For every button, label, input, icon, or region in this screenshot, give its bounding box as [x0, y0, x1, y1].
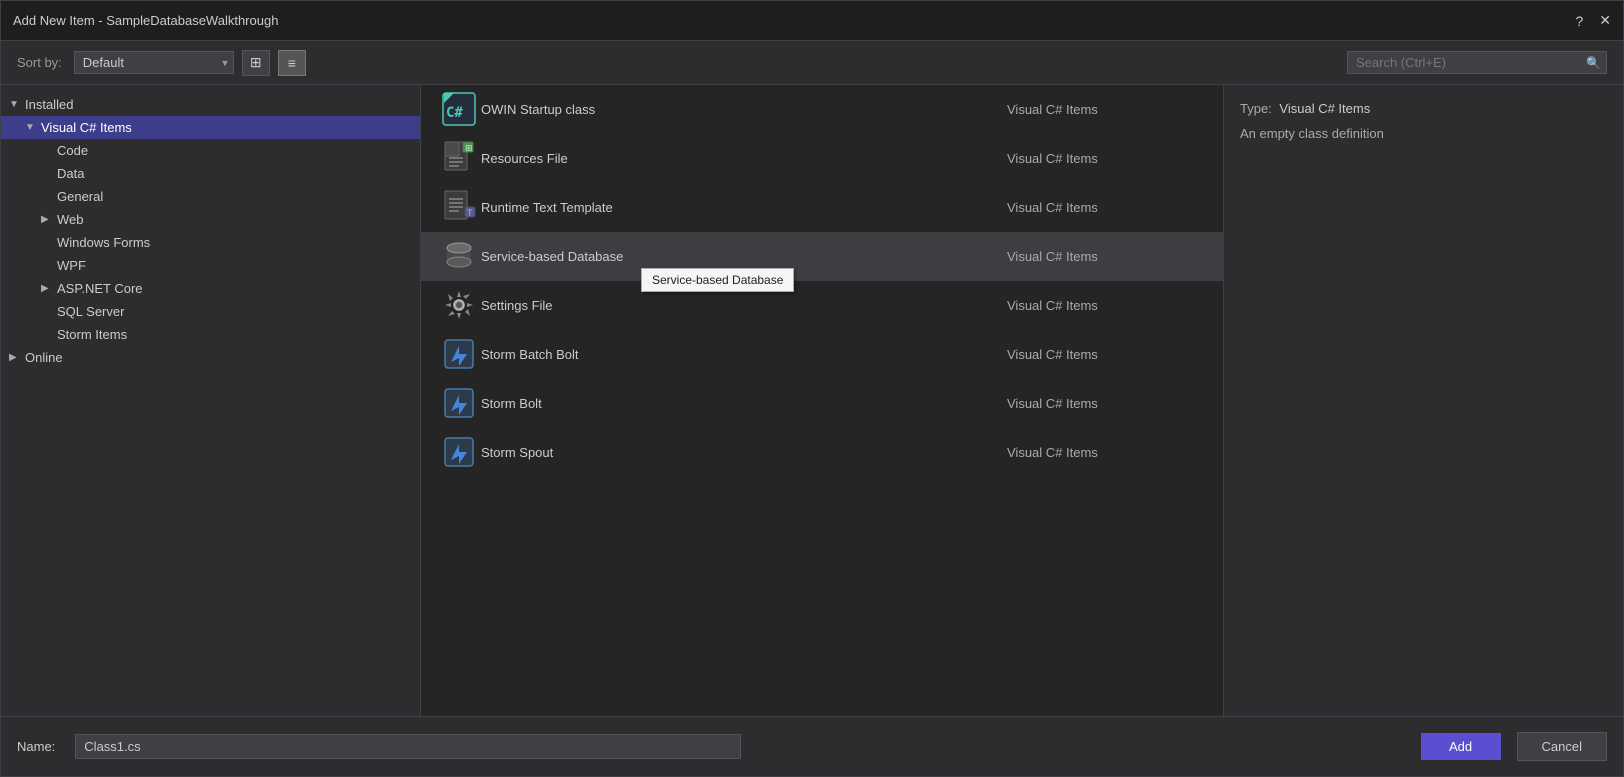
search-input[interactable]: [1347, 51, 1607, 74]
tree-item-installed[interactable]: Installed: [1, 93, 420, 116]
storm-bolt-name: Storm Bolt: [481, 396, 1007, 411]
storm-spout-category: Visual C# Items: [1007, 445, 1207, 460]
tree-arrow-web: [41, 214, 57, 225]
owin-icon: C#: [437, 91, 481, 127]
settings-icon: [437, 287, 481, 323]
storm-bolt-category: Visual C# Items: [1007, 396, 1207, 411]
center-panel: C# OWIN Startup class Visual C# Items: [421, 85, 1223, 716]
settings-name: Settings File: [481, 298, 1007, 313]
storm-bolt-icon: [437, 385, 481, 421]
tree-item-general[interactable]: General: [1, 185, 420, 208]
tree-item-storm-items[interactable]: Storm Items: [1, 323, 420, 346]
type-value: Visual C# Items: [1279, 101, 1370, 116]
main-content: Installed Visual C# Items Code Data Gene…: [1, 85, 1623, 716]
service-db-icon: [437, 238, 481, 274]
left-panel: Installed Visual C# Items Code Data Gene…: [1, 85, 421, 716]
storm-spout-icon: [437, 434, 481, 470]
toolbar: Sort by: Default Name Type ⊞ ≡: [1, 41, 1623, 85]
resources-icon: ⊞: [437, 140, 481, 176]
tree-label-wpf: WPF: [57, 258, 86, 273]
storm-batch-icon: [437, 336, 481, 372]
storm-spout-name: Storm Spout: [481, 445, 1007, 460]
resources-category: Visual C# Items: [1007, 151, 1207, 166]
tree-label-windows-forms: Windows Forms: [57, 235, 150, 250]
owin-category: Visual C# Items: [1007, 102, 1207, 117]
tree-label-visual-c-items: Visual C# Items: [41, 120, 132, 135]
view-list-button[interactable]: ≡: [278, 50, 306, 76]
sort-label: Sort by:: [17, 55, 62, 70]
item-list[interactable]: C# OWIN Startup class Visual C# Items: [421, 85, 1223, 716]
resources-name: Resources File: [481, 151, 1007, 166]
tree-arrow-online: [9, 352, 25, 363]
svg-text:⊞: ⊞: [465, 143, 473, 153]
right-panel: Type: Visual C# Items An empty class def…: [1223, 85, 1623, 716]
titlebar-controls: ? ✕: [1575, 12, 1611, 29]
storm-batch-category: Visual C# Items: [1007, 347, 1207, 362]
view-grid-button[interactable]: ⊞: [242, 50, 270, 76]
list-item-service-db[interactable]: Service-based Database Visual C# Items S…: [421, 232, 1223, 281]
list-item-owin[interactable]: C# OWIN Startup class Visual C# Items: [421, 85, 1223, 134]
tree-arrow-installed: [9, 99, 25, 110]
tree-arrow-visual-c-items: [25, 122, 41, 133]
tree-label-storm-items: Storm Items: [57, 327, 127, 342]
runtime-text-name: Runtime Text Template: [481, 200, 1007, 215]
tree-label-sql-server: SQL Server: [57, 304, 124, 319]
tree-item-wpf[interactable]: WPF: [1, 254, 420, 277]
cancel-button[interactable]: Cancel: [1517, 732, 1607, 761]
list-item-storm-bolt[interactable]: Storm Bolt Visual C# Items: [421, 379, 1223, 428]
tree-label-general: General: [57, 189, 103, 204]
service-db-category: Visual C# Items: [1007, 249, 1207, 264]
tree-arrow-asp-net-core: [41, 283, 57, 294]
tree-label-data: Data: [57, 166, 84, 181]
owin-name: OWIN Startup class: [481, 102, 1007, 117]
type-line: Type: Visual C# Items: [1240, 101, 1607, 116]
dialog: Add New Item - SampleDatabaseWalkthrough…: [0, 0, 1624, 777]
tree-label-online: Online: [25, 350, 63, 365]
description-text: An empty class definition: [1240, 126, 1607, 141]
list-item-settings[interactable]: Settings File Visual C# Items: [421, 281, 1223, 330]
settings-category: Visual C# Items: [1007, 298, 1207, 313]
titlebar: Add New Item - SampleDatabaseWalkthrough…: [1, 1, 1623, 41]
name-input[interactable]: [75, 734, 741, 759]
tree-item-code[interactable]: Code: [1, 139, 420, 162]
svg-text:C#: C#: [446, 105, 463, 121]
tree-label-asp-net-core: ASP.NET Core: [57, 281, 143, 296]
close-button[interactable]: ✕: [1599, 12, 1611, 29]
list-item-resources[interactable]: ⊞ Resources File Visual C# Items: [421, 134, 1223, 183]
runtime-text-icon: T: [437, 189, 481, 225]
tree-item-online[interactable]: Online: [1, 346, 420, 369]
tree-label-installed: Installed: [25, 97, 73, 112]
sort-select[interactable]: Default Name Type: [74, 51, 234, 74]
list-item-storm-batch[interactable]: Storm Batch Bolt Visual C# Items: [421, 330, 1223, 379]
tree-item-visual-c-items[interactable]: Visual C# Items: [1, 116, 420, 139]
list-item-storm-spout[interactable]: Storm Spout Visual C# Items: [421, 428, 1223, 477]
tree-item-data[interactable]: Data: [1, 162, 420, 185]
service-db-name: Service-based Database: [481, 249, 1007, 264]
tree-item-asp-net-core[interactable]: ASP.NET Core: [1, 277, 420, 300]
tree-item-web[interactable]: Web: [1, 208, 420, 231]
storm-batch-name: Storm Batch Bolt: [481, 347, 1007, 362]
sort-select-wrapper: Default Name Type: [74, 51, 234, 74]
help-button[interactable]: ?: [1575, 13, 1583, 29]
tree-label-code: Code: [57, 143, 88, 158]
type-label: Type:: [1240, 101, 1272, 116]
runtime-text-category: Visual C# Items: [1007, 200, 1207, 215]
tree-item-sql-server[interactable]: SQL Server: [1, 300, 420, 323]
search-wrapper: [1347, 51, 1607, 74]
tree-item-windows-forms[interactable]: Windows Forms: [1, 231, 420, 254]
tree-label-web: Web: [57, 212, 84, 227]
svg-text:T: T: [467, 208, 473, 218]
bottom-bar: Name: Add Cancel: [1, 716, 1623, 776]
name-label: Name:: [17, 739, 55, 754]
add-button[interactable]: Add: [1421, 733, 1501, 760]
list-item-runtime-text[interactable]: T Runtime Text Template Visual C# Items: [421, 183, 1223, 232]
dialog-title: Add New Item - SampleDatabaseWalkthrough: [13, 13, 278, 28]
